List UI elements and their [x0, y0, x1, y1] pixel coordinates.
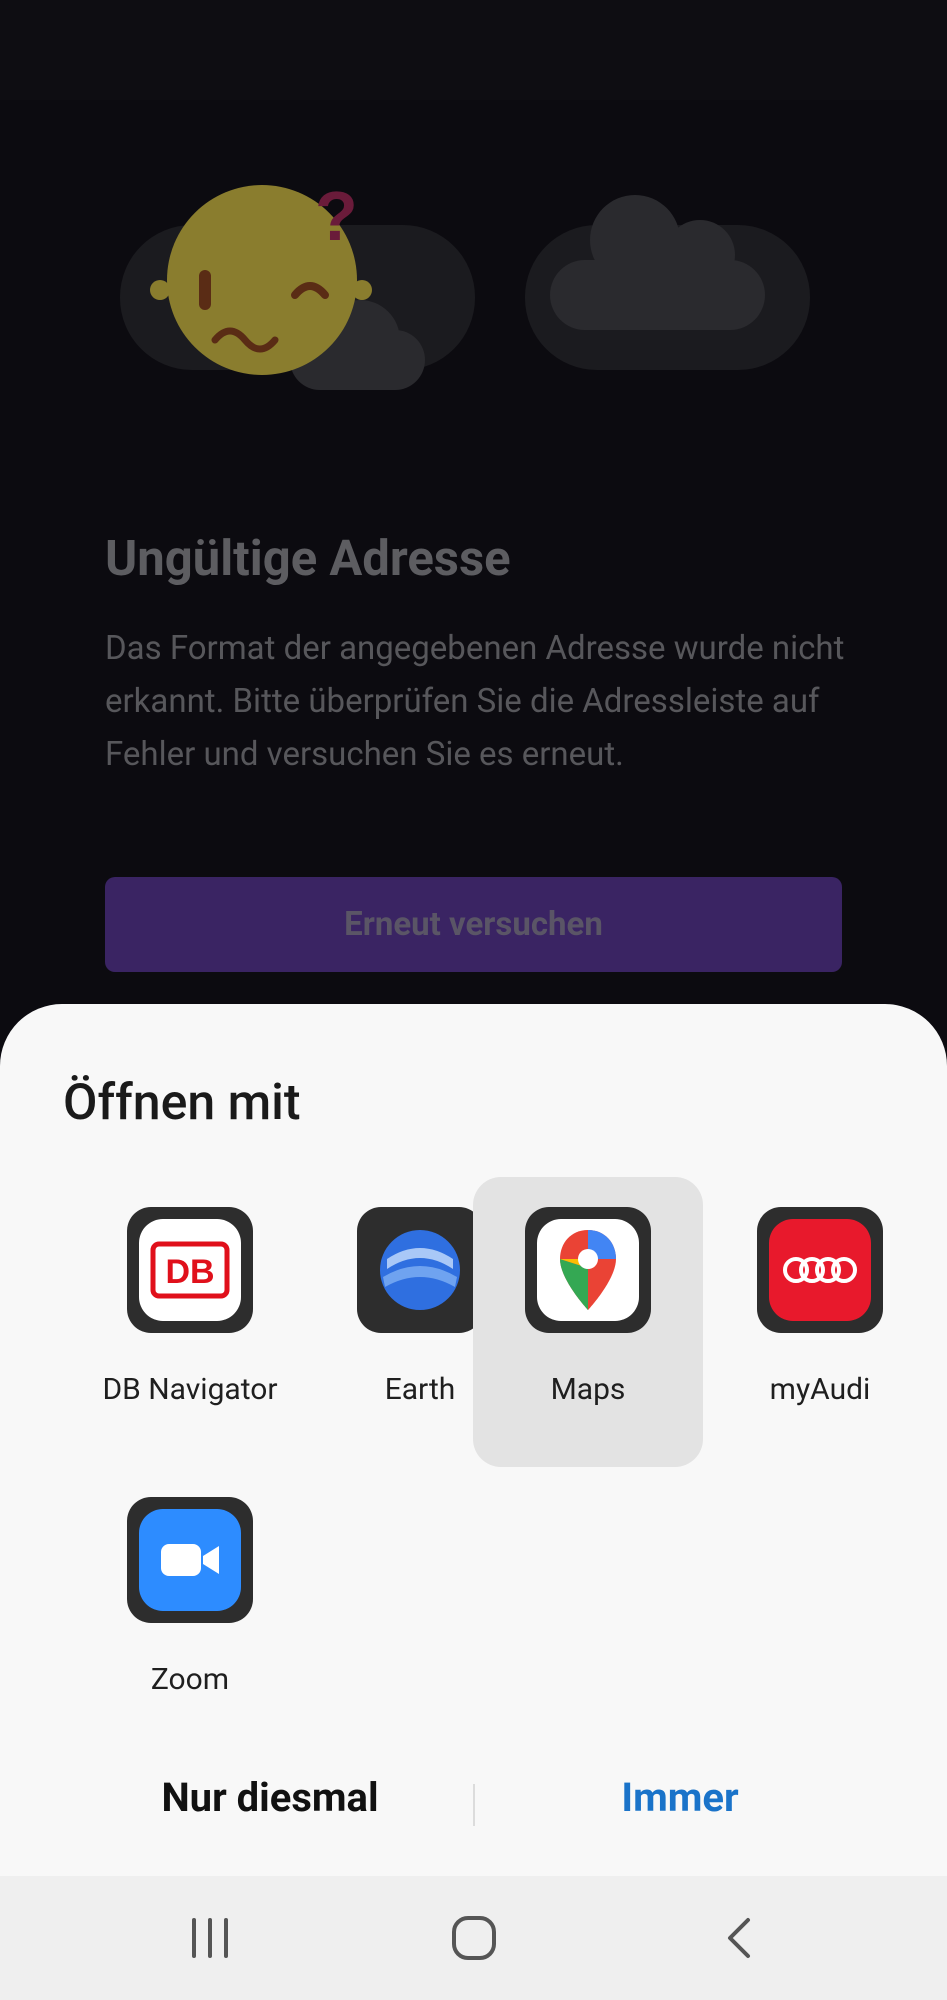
error-message: Das Format der angegebenen Adresse wurde…	[105, 629, 845, 774]
app-maps[interactable]: Maps	[473, 1177, 703, 1467]
button-divider	[473, 1784, 475, 1826]
always-button[interactable]: Immer	[520, 1774, 840, 1821]
myaudi-icon	[757, 1207, 883, 1333]
app-myaudi[interactable]: myAudi	[705, 1177, 935, 1467]
just-once-button[interactable]: Nur diesmal	[110, 1774, 430, 1821]
app-db-navigator[interactable]: DB DB Navigator	[75, 1177, 305, 1467]
zoom-icon	[127, 1497, 253, 1623]
open-with-sheet: Öffnen mit DB DB Navigator Earth Maps my…	[0, 1004, 947, 1876]
app-label: Zoom	[150, 1662, 230, 1697]
status-bar	[0, 0, 947, 100]
home-icon[interactable]	[424, 1896, 524, 1980]
svg-text:DB: DB	[165, 1253, 214, 1291]
svg-text:?: ?	[315, 180, 358, 255]
retry-button[interactable]: Erneut versuchen	[105, 877, 842, 972]
app-zoom[interactable]: Zoom	[75, 1467, 305, 1757]
google-maps-icon	[525, 1207, 651, 1333]
back-icon[interactable]	[690, 1896, 790, 1980]
recents-icon[interactable]	[160, 1896, 260, 1980]
navigation-bar	[0, 1876, 947, 2000]
sheet-title: Öffnen mit	[63, 1074, 301, 1132]
app-label: myAudi	[769, 1372, 871, 1407]
error-title: Ungültige Adresse	[105, 530, 511, 587]
confused-face-illustration: ?	[120, 180, 810, 390]
google-earth-icon	[357, 1207, 483, 1333]
db-navigator-icon: DB	[127, 1207, 253, 1333]
